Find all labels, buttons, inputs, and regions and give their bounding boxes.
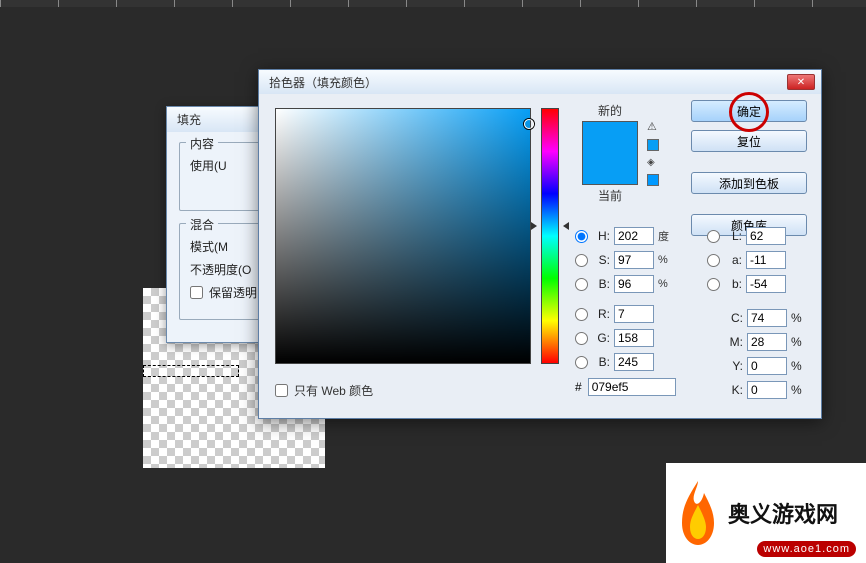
radio-g[interactable] — [575, 332, 588, 345]
input-a[interactable] — [746, 251, 786, 269]
swatch-current[interactable] — [583, 153, 637, 184]
label-bc: B: — [594, 355, 610, 369]
label-b: b: — [726, 277, 742, 291]
unit-s: % — [658, 254, 672, 266]
input-c[interactable] — [747, 309, 787, 327]
radio-r[interactable] — [575, 308, 588, 321]
gamut-warning-icon[interactable]: ⚠ — [647, 120, 659, 133]
hex-hash: # — [575, 380, 582, 394]
color-picker-dialog: 拾色器（填充颜色） ✕ 新的 当前 ⚠ ◈ 确定 复位 添加到色板 — [258, 69, 822, 419]
radio-l[interactable] — [707, 230, 720, 243]
web-only-label: 只有 Web 颜色 — [294, 382, 373, 399]
label-l: L: — [726, 229, 742, 243]
use-label: 使用(U — [190, 157, 227, 174]
unit-c: % — [791, 311, 801, 325]
input-g[interactable] — [614, 329, 654, 347]
input-h[interactable] — [614, 227, 654, 245]
brand-url: www.aoe1.com — [757, 541, 856, 557]
close-button[interactable]: ✕ — [787, 74, 815, 90]
input-k[interactable] — [747, 381, 787, 399]
input-bc[interactable] — [614, 353, 654, 371]
radio-bv[interactable] — [575, 278, 588, 291]
lab-group: L: a: b: — [707, 224, 786, 296]
preserve-transparency-checkbox[interactable] — [190, 286, 203, 299]
fill-blend-legend: 混合 — [186, 216, 218, 233]
hsb-rgb-group: H: 度 S:% B:% R: G: B: — [575, 224, 672, 374]
brand-name: 奥义游戏网 — [728, 497, 838, 529]
input-bv[interactable] — [614, 275, 654, 293]
cube-icon[interactable]: ◈ — [647, 157, 659, 168]
radio-bc[interactable] — [575, 356, 588, 369]
web-only-row: 只有 Web 颜色 — [275, 382, 373, 399]
radio-s[interactable] — [575, 254, 588, 267]
unit-m: % — [791, 335, 801, 349]
radio-b[interactable] — [707, 278, 720, 291]
label-y: Y: — [729, 359, 743, 373]
label-c: C: — [729, 311, 743, 325]
label-m: M: — [729, 335, 743, 349]
label-k: K: — [729, 383, 743, 397]
ruler — [0, 0, 866, 7]
label-g: G: — [594, 331, 610, 345]
hex-row: # — [575, 378, 676, 396]
saturation-value-field[interactable] — [275, 108, 531, 364]
gamut-swatch[interactable] — [647, 139, 659, 151]
fill-content-legend: 内容 — [186, 135, 218, 152]
label-r: R: — [594, 307, 610, 321]
input-m[interactable] — [747, 333, 787, 351]
input-s[interactable] — [614, 251, 654, 269]
flame-icon — [674, 477, 722, 549]
label-a: a: — [726, 253, 742, 267]
label-h: H: — [594, 229, 610, 243]
picker-buttons: 确定 复位 添加到色板 颜色库 — [691, 100, 807, 236]
picker-title: 拾色器（填充颜色） — [269, 74, 377, 91]
hex-input[interactable] — [588, 378, 676, 396]
unit-h: 度 — [658, 228, 672, 244]
label-s: S: — [594, 253, 610, 267]
ok-button[interactable]: 确定 — [691, 100, 807, 122]
watermark: 奥义游戏网 www.aoe1.com — [666, 463, 866, 563]
swatch-new — [583, 122, 637, 153]
input-b[interactable] — [746, 275, 786, 293]
unit-k: % — [791, 383, 801, 397]
label-bv: B: — [594, 277, 610, 291]
input-r[interactable] — [614, 305, 654, 323]
hue-slider[interactable] — [541, 108, 559, 364]
unit-bv: % — [658, 278, 672, 290]
radio-h[interactable] — [575, 230, 588, 243]
input-y[interactable] — [747, 357, 787, 375]
radio-a[interactable] — [707, 254, 720, 267]
sv-cursor — [524, 119, 534, 129]
add-swatch-button[interactable]: 添加到色板 — [691, 172, 807, 194]
marquee-selection — [143, 365, 239, 377]
color-preview: 新的 当前 — [575, 100, 645, 206]
unit-y: % — [791, 359, 801, 373]
web-only-checkbox[interactable] — [275, 384, 288, 397]
reset-button[interactable]: 复位 — [691, 130, 807, 152]
input-l[interactable] — [746, 227, 786, 245]
websafe-swatch[interactable] — [647, 174, 659, 186]
cmyk-group: C:% M:% Y:% K:% — [729, 306, 801, 402]
opacity-label: 不透明度(O — [190, 261, 251, 278]
new-label: 新的 — [575, 102, 645, 119]
mode-label: 模式(M — [190, 238, 228, 255]
warnings: ⚠ ◈ — [647, 120, 659, 186]
current-label: 当前 — [575, 187, 645, 204]
